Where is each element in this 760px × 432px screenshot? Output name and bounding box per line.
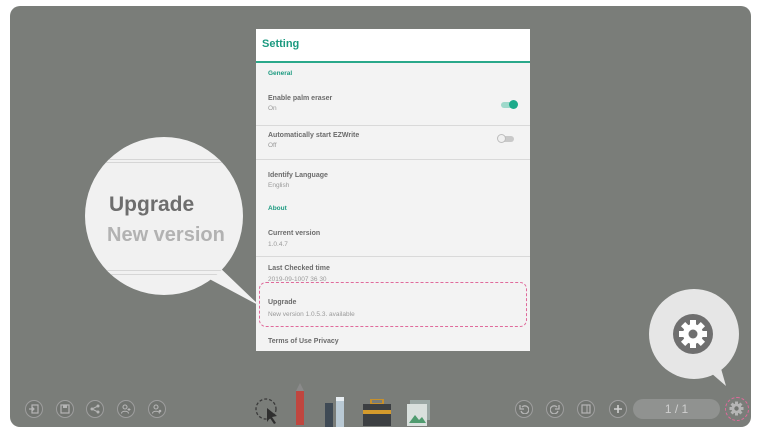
settings-callout bbox=[649, 289, 739, 379]
invite-button[interactable] bbox=[117, 400, 135, 418]
bottom-toolbar: 1 / 1 bbox=[10, 383, 751, 427]
gear-icon bbox=[729, 401, 744, 416]
save-icon bbox=[60, 404, 70, 414]
redo-icon bbox=[550, 405, 560, 414]
page-view-icon bbox=[581, 404, 591, 414]
share-button[interactable] bbox=[86, 400, 104, 418]
pen-tool-icon[interactable] bbox=[294, 383, 306, 425]
gear-icon bbox=[679, 320, 707, 348]
marker-tool-icon[interactable] bbox=[324, 397, 346, 427]
user-settings-icon bbox=[152, 404, 162, 414]
save-button[interactable] bbox=[56, 400, 74, 418]
add-user-icon bbox=[121, 404, 131, 414]
select-tool-icon[interactable] bbox=[253, 393, 283, 425]
undo-icon bbox=[519, 405, 529, 414]
page-indicator: 1 / 1 bbox=[633, 399, 720, 419]
image-tool-icon[interactable] bbox=[406, 400, 432, 426]
plus-icon bbox=[614, 405, 622, 413]
toolbox-icon[interactable] bbox=[362, 399, 392, 427]
page-view-button[interactable] bbox=[577, 400, 595, 418]
add-page-button[interactable] bbox=[609, 400, 627, 418]
gear-pointer bbox=[703, 358, 726, 386]
account-button[interactable] bbox=[148, 400, 166, 418]
share-icon bbox=[90, 404, 100, 414]
settings-callout-circle bbox=[673, 314, 713, 354]
import-icon bbox=[29, 404, 39, 414]
redo-button[interactable] bbox=[546, 400, 564, 418]
undo-button[interactable] bbox=[515, 400, 533, 418]
settings-button[interactable] bbox=[725, 397, 749, 421]
app-frame: Setting General Enable palm eraser On Au… bbox=[10, 6, 751, 427]
import-button[interactable] bbox=[25, 400, 43, 418]
